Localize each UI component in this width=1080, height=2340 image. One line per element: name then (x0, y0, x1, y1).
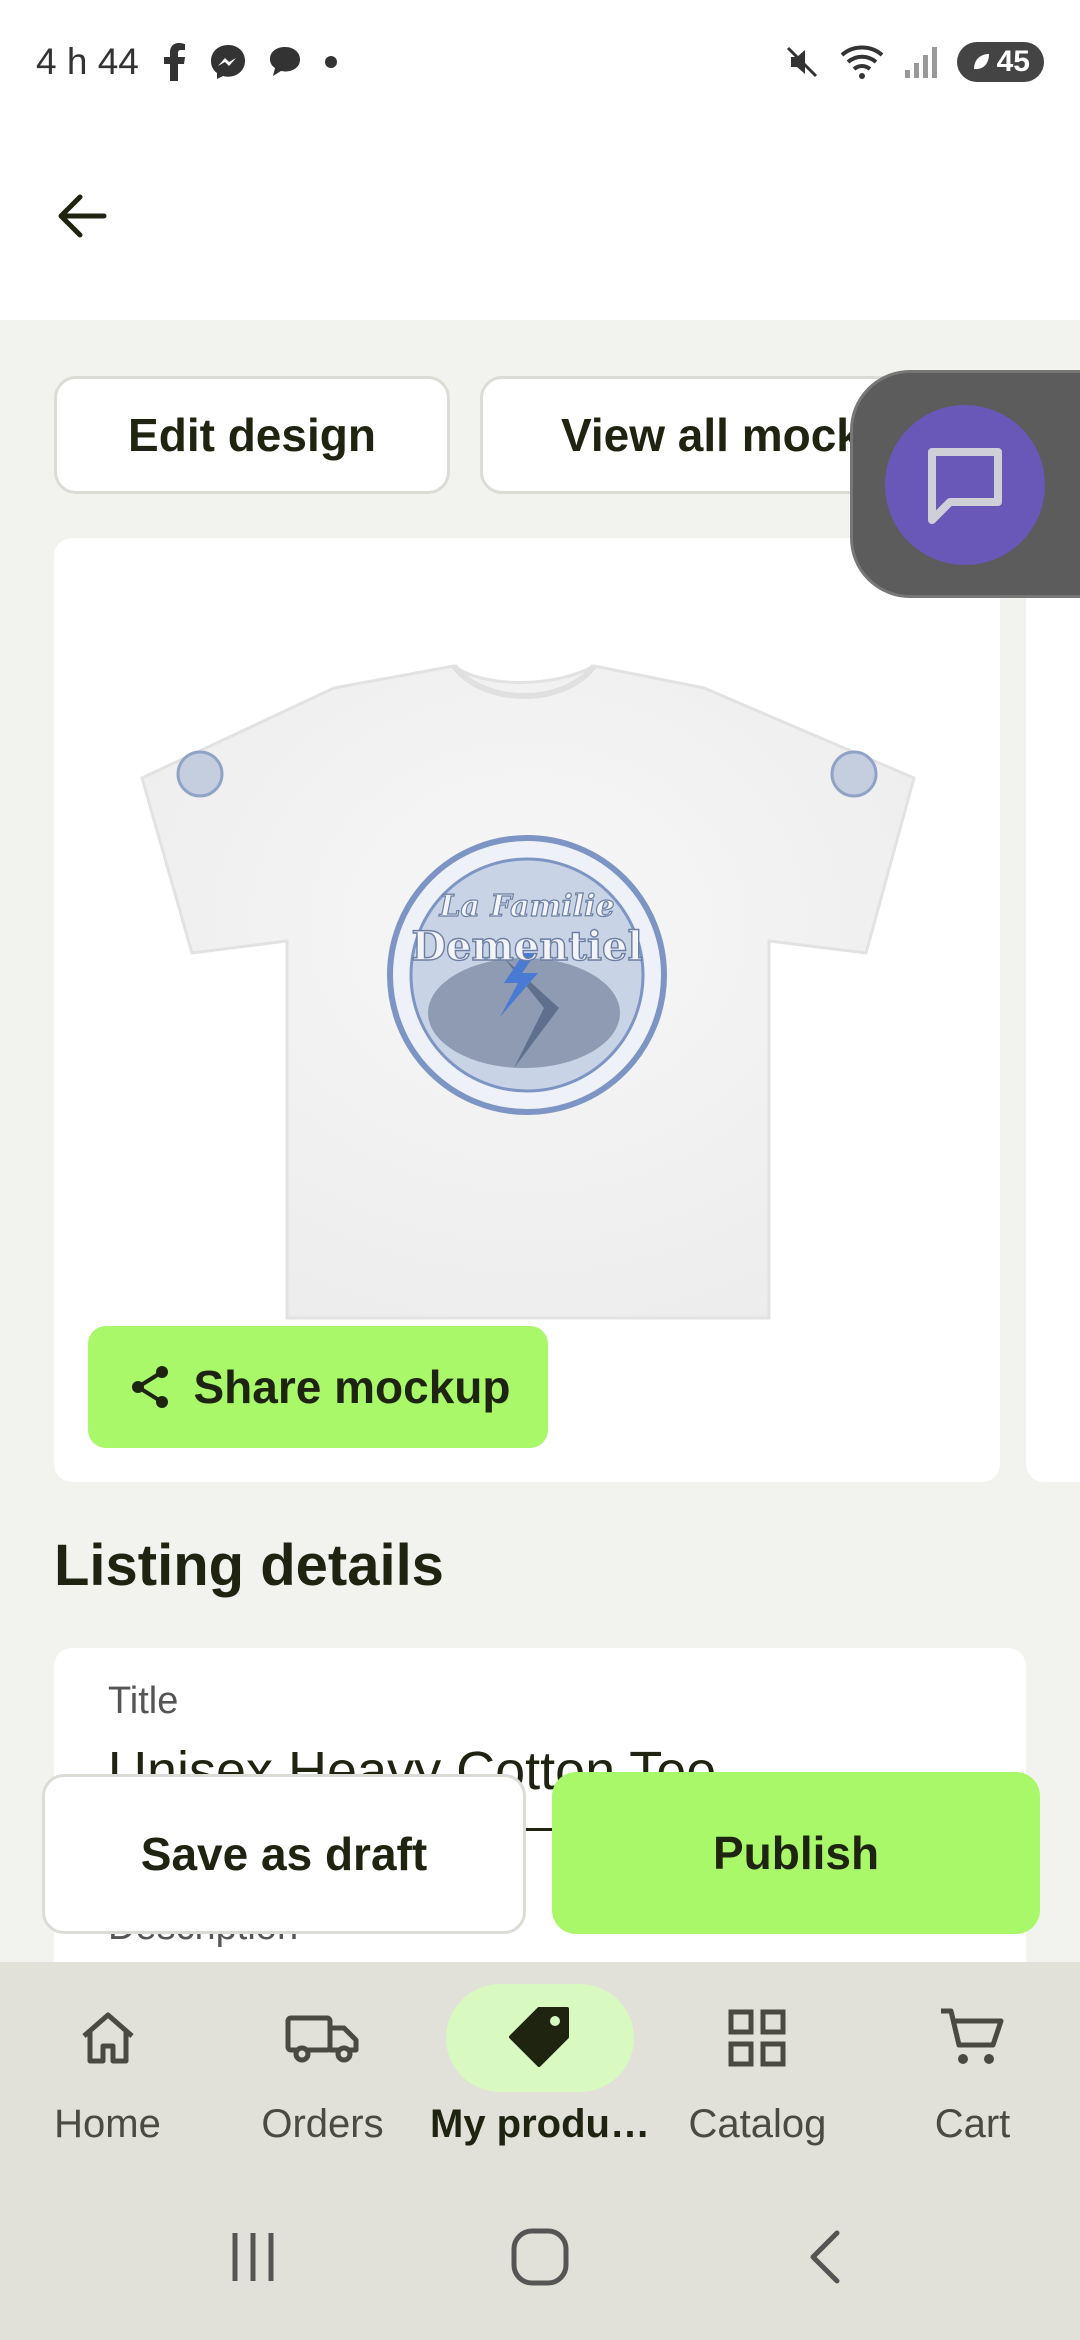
mute-icon (783, 43, 821, 81)
status-time: 4 h 44 (36, 41, 139, 82)
back-button[interactable] (40, 174, 124, 258)
title-label: Title (108, 1680, 179, 1722)
mockup-card: La Familie Dementiel Share mockup (54, 538, 1000, 1482)
nav-item-orders[interactable]: Orders (215, 1962, 430, 2174)
listing-details-title: Listing details (54, 1533, 444, 1598)
nav-item-catalog[interactable]: Catalog (650, 1962, 865, 2174)
nav-label-my-products: My produ… (430, 2102, 650, 2146)
publish-button[interactable]: Publish (552, 1772, 1040, 1934)
nav-icon-wrap (878, 1984, 1066, 2092)
system-navigation-bar (0, 2174, 1080, 2340)
bottom-navigation: Home Orders My produ… Catalog Cart (0, 1962, 1080, 2174)
arrow-left-icon (58, 194, 107, 238)
share-mockup-button[interactable]: Share mockup (88, 1326, 548, 1448)
nav-icon-wrap (14, 1984, 202, 2092)
nav-label-catalog: Catalog (688, 2102, 827, 2146)
publish-label: Publish (712, 1827, 880, 1879)
tag-icon (508, 2007, 569, 2067)
view-all-mockups-label: View all mock (561, 409, 862, 461)
save-as-draft-button[interactable]: Save as draft (42, 1774, 526, 1934)
signal-icon (903, 44, 939, 80)
edit-design-button[interactable]: Edit design (54, 376, 450, 494)
status-right: 45 (783, 42, 1044, 82)
facebook-icon (159, 43, 189, 81)
nav-item-home[interactable]: Home (0, 1962, 215, 2174)
share-icon (131, 1366, 168, 1408)
chat-bubble-icon (267, 44, 303, 80)
print-line1: La Familie (438, 889, 614, 924)
edit-design-label: Edit design (128, 409, 376, 461)
print-line2: Dementiel (411, 923, 642, 970)
wifi-icon (839, 43, 885, 81)
system-back-icon[interactable] (797, 2227, 857, 2287)
nav-icon-wrap (229, 1984, 417, 2092)
grid-icon (728, 2009, 786, 2067)
status-left: 4 h 44 (36, 41, 339, 83)
battery-level: 45 (996, 45, 1030, 78)
nav-label-orders: Orders (261, 2102, 384, 2146)
messenger-icon (209, 43, 247, 81)
truck-icon (285, 2015, 358, 2063)
recent-apps-icon[interactable] (223, 2227, 283, 2287)
status-bar: 4 h 44 45 (0, 0, 1080, 124)
cart-icon (941, 2008, 1004, 2064)
save-as-draft-label: Save as draft (140, 1828, 428, 1880)
nav-icon-wrap (663, 1984, 851, 2092)
message-square-icon (928, 448, 1002, 524)
home-icon (81, 2012, 134, 2064)
nav-item-cart[interactable]: Cart (865, 1962, 1080, 2174)
app-header (0, 124, 1080, 320)
nav-icon-wrap (445, 1984, 634, 2092)
chat-fab-container (850, 370, 1080, 598)
notification-dot-icon (323, 54, 339, 70)
battery-indicator: 45 (956, 42, 1044, 82)
next-mockup-card-peek[interactable] (1026, 538, 1080, 1482)
battery-saver-icon (971, 51, 991, 73)
nav-label-cart: Cart (934, 2102, 1011, 2146)
share-mockup-label: Share mockup (193, 1361, 511, 1413)
nav-item-my-products[interactable]: My produ… (430, 1962, 650, 2174)
home-circle-icon[interactable] (508, 2225, 572, 2289)
chat-button[interactable] (885, 405, 1045, 565)
nav-label-home: Home (54, 2102, 161, 2146)
